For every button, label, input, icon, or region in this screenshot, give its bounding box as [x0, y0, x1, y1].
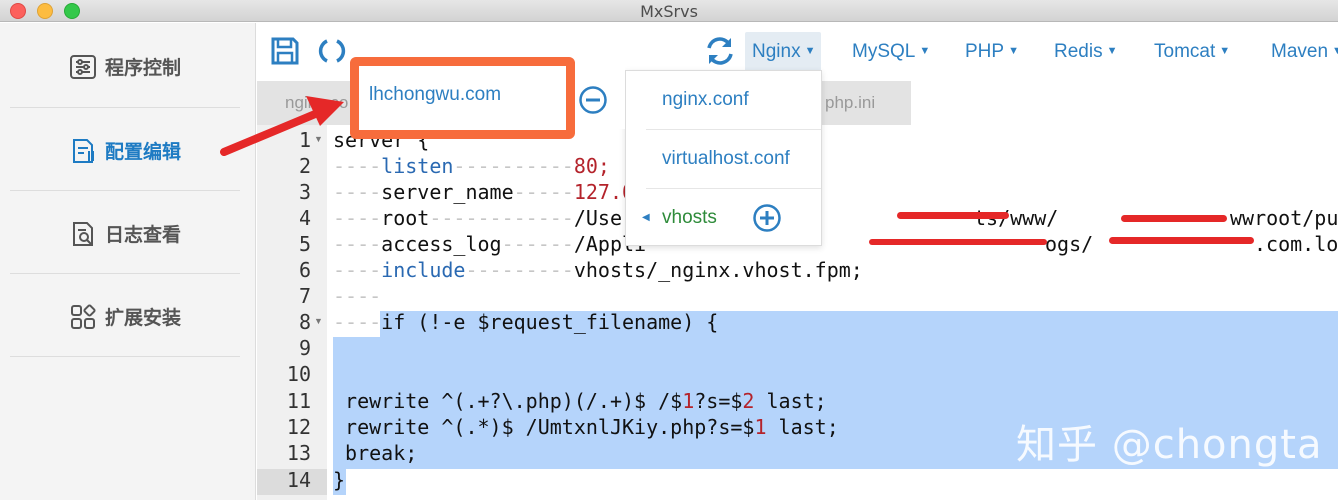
extensions-icon — [70, 303, 96, 329]
menu-item-virtualhost-conf[interactable]: virtualhost.conf — [626, 130, 821, 188]
code-line: ---- — [333, 284, 382, 308]
line-number: 10 — [286, 362, 311, 386]
add-vhost-icon[interactable] — [752, 203, 782, 233]
line-number: 9 — [298, 336, 311, 360]
menu-item-vhosts[interactable]: ◀ vhosts — [626, 189, 821, 247]
caret-down-icon: ▼ — [804, 45, 816, 57]
sidebar-divider — [10, 190, 240, 191]
code-line: ----if (!-e $request_filename) { — [333, 310, 719, 334]
annotation-arrow-icon — [220, 96, 344, 156]
menu-mysql[interactable]: MySQL ▼ — [852, 41, 930, 63]
sidebar-divider — [10, 107, 240, 108]
reload-icon[interactable] — [316, 35, 348, 67]
sidebar-item-label: 配置编辑 — [104, 141, 181, 163]
menu-php[interactable]: PHP ▼ — [965, 41, 1019, 63]
menu-nginx[interactable]: Nginx ▼ — [752, 41, 815, 63]
code-line: ----server_name-----127.0 — [333, 180, 635, 204]
fold-arrow-icon[interactable]: ▼ — [314, 316, 323, 326]
line-number: 4 — [298, 206, 311, 230]
watermark: 知乎 @chongta — [1016, 422, 1323, 468]
line-number: 12 — [286, 415, 311, 439]
caret-down-icon: ▼ — [1106, 45, 1118, 57]
caret-down-icon: ▼ — [1008, 45, 1019, 57]
caret-down-icon: ▼ — [1219, 45, 1231, 57]
save-icon[interactable] — [269, 35, 301, 67]
code-line-fragment: .com.log; — [1254, 232, 1338, 256]
sidebar-divider — [10, 273, 240, 274]
sidebar-item-extensions[interactable]: 扩展安装 — [10, 275, 240, 358]
line-number: 8 — [298, 310, 311, 334]
sidebar-item-label: 程序控制 — [104, 57, 181, 79]
code-line-fragment: wwroot/public; — [1230, 206, 1338, 230]
caret-down-icon: ▼ — [1332, 45, 1338, 57]
sliders-icon — [69, 54, 96, 79]
config-edit-icon — [72, 138, 94, 163]
line-number: 11 — [286, 389, 311, 413]
redaction-mark — [897, 212, 1009, 219]
menu-maven[interactable]: Maven ▼ — [1271, 41, 1338, 63]
sidebar-item-log-view[interactable]: 日志查看 — [10, 192, 240, 275]
remove-vhost-icon[interactable] — [578, 85, 608, 115]
code-line: rewrite ^(.+?\.php)(/.+)$ /$1?s=$2 last; — [333, 389, 827, 413]
code-line-fragment: ogs/ — [1045, 232, 1094, 256]
code-line: break; — [333, 441, 418, 465]
code-line: } — [333, 468, 346, 492]
menu-tomcat[interactable]: Tomcat ▼ — [1154, 41, 1230, 63]
redaction-mark — [1121, 215, 1227, 222]
vhosts-submenu: lhchongwu.com — [350, 57, 625, 139]
redaction-mark — [1109, 237, 1254, 244]
menu-item-nginx-conf[interactable]: nginx.conf — [626, 71, 821, 129]
line-number: 7 — [298, 284, 311, 308]
sidebar-item-config-edit[interactable]: 配置编辑 — [10, 109, 240, 192]
nginx-dropdown-menu: nginx.conf virtualhost.conf ◀ vhosts — [625, 70, 822, 246]
redaction-mark — [869, 239, 1047, 245]
line-number: 13 — [286, 441, 311, 465]
code-line: ----root------------/User — [333, 206, 635, 230]
window-title: MxSrvs — [640, 2, 698, 21]
submenu-arrow-icon: ◀ — [642, 212, 650, 223]
line-number: 5 — [298, 232, 311, 256]
log-view-icon — [72, 221, 93, 246]
sidebar-item-label: 扩展安装 — [104, 307, 181, 329]
vhost-item-lhchongwu[interactable]: lhchongwu.com — [369, 84, 501, 106]
code-line: ----include---------vhosts/_nginx.vhost.… — [333, 258, 863, 282]
line-number: 14 — [286, 468, 311, 492]
code-line: ----listen----------80; — [333, 154, 610, 178]
code-line: rewrite ^(.*)$ /UmtxnlJKiy.php?s=$1 last… — [333, 415, 839, 439]
title-bar: MxSrvs — [0, 0, 1338, 22]
sidebar-item-label: 日志查看 — [104, 224, 181, 246]
menu-redis[interactable]: Redis ▼ — [1054, 41, 1117, 63]
sidebar-item-program-control[interactable]: 程序控制 — [10, 25, 240, 108]
code-line: ----access_log------/Appli — [333, 232, 647, 256]
line-number: 3 — [298, 180, 311, 204]
refresh-icon[interactable] — [704, 35, 736, 67]
sidebar-divider — [10, 356, 240, 357]
caret-down-icon: ▼ — [919, 45, 931, 57]
line-number: 6 — [298, 258, 311, 282]
